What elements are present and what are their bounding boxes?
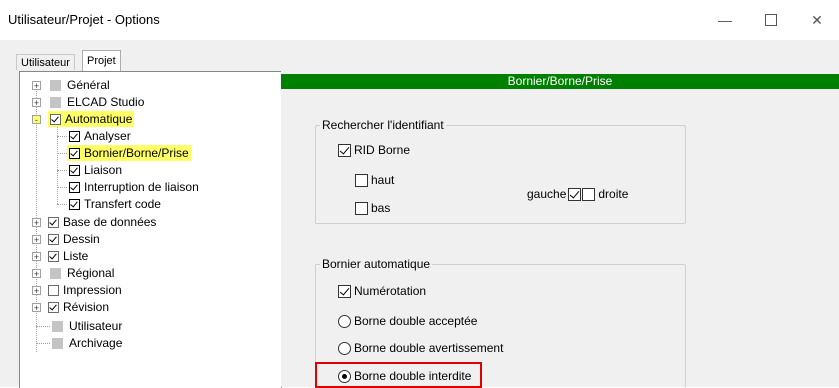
tree-item-label: Bornier/Borne/Prise [84,146,189,160]
tree-item-label: Transfert code [84,197,161,211]
panel-header: Bornier/Borne/Prise [281,74,839,89]
tab-strip [0,40,839,70]
haut-option[interactable]: haut [355,173,394,187]
tree-item-label: Interruption de liaison [84,180,199,194]
tab-utilisateur[interactable]: Utilisateur [16,54,75,71]
tree-item-interruption-de-liaison[interactable]: Interruption de liaison [69,179,199,195]
checkbox-unchecked-icon[interactable] [48,284,59,296]
tree-item-liste[interactable]: Liste [48,248,88,264]
tree-item-label: Liste [63,249,89,263]
radio-label: Borne double avertissement [354,341,504,355]
gauche-label: gauche [527,187,567,201]
close-icon: ✕ [811,11,823,28]
tree-item-label: Base de données [63,215,157,229]
tree-item-label: Analyser [84,129,131,143]
minimize-button[interactable]: — [702,0,748,40]
numerotation-option[interactable]: Numérotation [338,284,426,298]
maximize-button[interactable] [748,0,794,40]
expand-icon[interactable]: + [32,235,41,245]
checkbox-checked-icon[interactable] [69,164,80,176]
expand-icon[interactable]: + [32,81,41,91]
radio-unselected-icon[interactable] [338,341,351,355]
checkbox-checked-icon[interactable] [50,113,61,125]
tree-item-label: Régional [67,266,115,280]
expand-icon[interactable]: + [32,98,41,108]
expand-icon[interactable]: + [32,269,41,279]
haut-label: haut [371,173,395,187]
node-gray-icon [50,267,61,279]
tree-item-automatique[interactable]: Automatique [48,111,135,127]
tree-item-label: Utilisateur [69,319,123,333]
checkbox-checked-icon[interactable] [338,143,351,157]
tree-item-utilisateur[interactable]: Utilisateur [52,318,122,334]
gauche-droite-option[interactable]: gauche droite [527,187,628,201]
tab-projet[interactable]: Projet [82,50,121,71]
bas-option[interactable]: bas [355,201,390,215]
node-gray-icon [52,337,63,349]
checkbox-unchecked-icon[interactable] [355,201,368,215]
expand-icon[interactable]: + [32,303,41,313]
checkbox-unchecked-icon[interactable] [355,173,368,187]
numerotation-label: Numérotation [354,284,427,298]
checkbox-checked-icon[interactable] [48,233,59,245]
highlight-annotation [315,362,482,388]
checkbox-checked-icon[interactable] [48,301,59,313]
checkbox-gauche-checked-icon[interactable] [568,187,582,201]
tree-item-label: Liaison [84,163,123,177]
expand-icon[interactable]: + [32,252,41,262]
tree-item-archivage[interactable]: Archivage [52,335,122,351]
tree-item-label: Révision [63,300,110,314]
bas-label: bas [371,201,391,215]
close-button[interactable]: ✕ [794,0,839,40]
tree-item-elcad-studio[interactable]: ELCAD Studio [50,94,144,110]
window-title: Utilisateur/Projet - Options [8,12,160,27]
radio-unselected-icon[interactable] [338,314,351,328]
tree-item-label: ELCAD Studio [67,95,145,109]
radio-borne-double-acceptee[interactable]: Borne double acceptée [338,314,477,328]
tree-item-general[interactable]: Général [50,77,110,93]
rid-borne-label: RID Borne [354,143,411,157]
tree-item-impression[interactable]: Impression [48,282,122,298]
tree-item-label: Dessin [63,232,100,246]
tree-item-base-de-donnees[interactable]: Base de données [48,214,156,230]
checkbox-checked-icon[interactable] [48,216,59,228]
group-title: Rechercher l'identifiant [320,118,446,132]
radio-label: Borne double acceptée [354,314,478,328]
tree-item-label: Impression [63,283,122,297]
checkbox-checked-icon[interactable] [48,250,59,262]
collapse-icon[interactable]: - [32,115,41,125]
tree-item-label: Archivage [69,336,123,350]
checkbox-checked-icon[interactable] [69,130,80,142]
droite-label: droite [598,187,629,201]
tree-item-regional[interactable]: Régional [50,265,114,281]
tree-item-label: Général [67,78,110,92]
node-gray-icon [50,96,61,108]
node-gray-icon [52,320,63,332]
checkbox-checked-icon[interactable] [338,284,351,298]
checkbox-checked-icon[interactable] [69,198,80,210]
tree-item-label: Automatique [65,112,133,126]
expand-icon[interactable]: + [32,286,41,296]
radio-borne-double-avertissement[interactable]: Borne double avertissement [338,341,503,355]
title-bar: Utilisateur/Projet - Options — ✕ [0,0,839,40]
checkbox-checked-icon[interactable] [69,147,80,159]
checkbox-droite-unchecked-icon[interactable] [582,187,596,201]
options-tree[interactable]: + Général + ELCAD Studio - Automatique A… [19,71,282,388]
node-gray-icon [50,79,61,91]
tree-item-liaison[interactable]: Liaison [69,162,122,178]
rid-borne-option[interactable]: RID Borne [338,143,410,157]
tree-item-analyser[interactable]: Analyser [69,128,131,144]
tree-item-bornier-borne-prise[interactable]: Bornier/Borne/Prise [67,145,191,161]
expand-icon[interactable]: + [32,218,41,228]
group-title: Bornier automatique [320,257,433,271]
tree-item-transfert-code[interactable]: Transfert code [69,196,161,212]
checkbox-checked-icon[interactable] [69,181,80,193]
tree-item-dessin[interactable]: Dessin [48,231,100,247]
minimize-icon: — [718,12,732,28]
maximize-icon [765,14,777,26]
tree-item-revision[interactable]: Révision [48,299,109,315]
